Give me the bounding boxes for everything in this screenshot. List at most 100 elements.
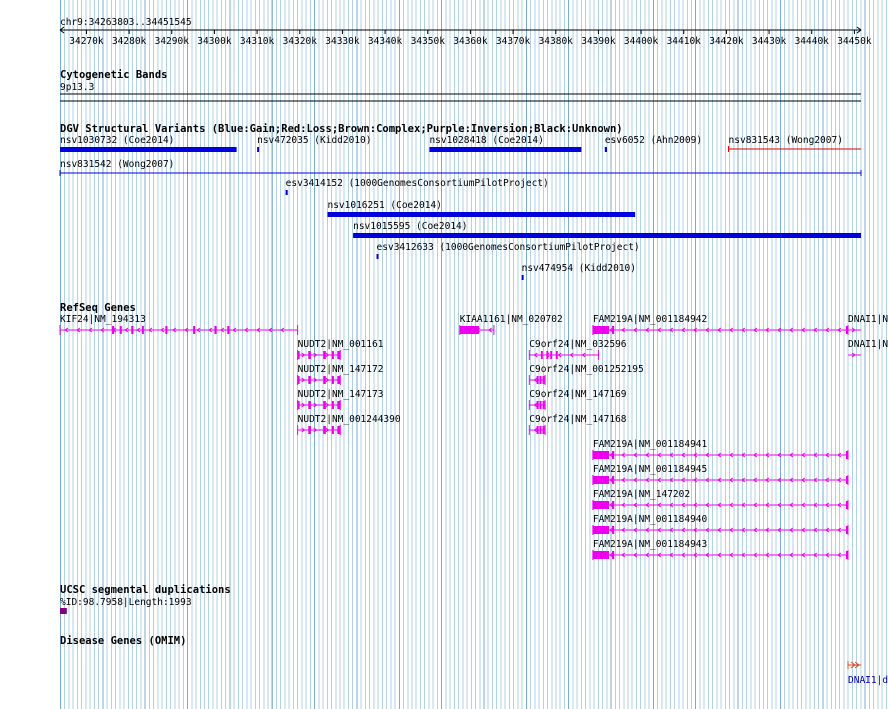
gene-exon [308,426,311,434]
ruler-tick-label: 34360k [453,36,488,47]
ruler-tick-label: 34350k [411,36,446,47]
ruler-position: chr9:34263803..34451545 [60,17,192,28]
gene-exon [592,526,610,534]
omim-track-title: Disease Genes (OMIM) [60,635,186,647]
refseq-gene[interactable]: DNAI1|N [848,339,888,358]
refseq-gene[interactable]: FAM219A|NM_001184942 [592,314,849,335]
gene-exon [542,426,545,434]
gene-exon [297,351,300,359]
genome-browser-image[interactable]: chr9:34263803..34451545 34270k 34280k 3429… [0,0,890,709]
dgv-variant[interactable]: nsv1016251 (Coe2014) [327,200,636,217]
refseq-gene[interactable]: FAM219A|NM_001184940 [592,514,849,535]
refseq-gene[interactable]: C9orf24|NM_147168 [528,414,627,435]
gene-label: C9orf24|NM_147168 [529,414,627,425]
dgv-variant[interactable]: nsv1015595 (Coe2014) [353,221,861,238]
ruler-tick-label: 34430k [752,36,787,47]
refseq-gene[interactable]: KIAA1161|NM_020702 [459,314,563,335]
cytoband-label: 9p13.3 [60,82,94,93]
refseq-gene[interactable]: DNAI1|N [848,314,888,333]
ruler-tick-label: 34290k [155,36,190,47]
segdup-track[interactable]: UCSC segmental duplications %ID:98.7958|… [60,584,231,614]
gene-exon [297,376,300,384]
dgv-variant-bar [285,190,288,195]
gene-exon [308,376,311,384]
gene-exon [165,326,168,334]
cytoband-track[interactable]: Cytogenetic Bands 9p13.3 [60,69,861,102]
refseq-gene[interactable]: C9orf24|NM_001252195 [528,364,644,385]
refseq-gene[interactable]: NUDT2|NM_147173 [297,389,384,410]
gene-exon [308,351,311,359]
ruler-track[interactable]: chr9:34263803..34451545 34270k 34280k 3429… [59,17,872,47]
dgv-variant[interactable]: nsv1028418 (Coe2014) [429,135,582,152]
gene-exon [539,376,542,384]
gene-label: KIF24|NM_194313 [60,314,146,325]
ruler-tick-label: 34420k [709,36,744,47]
refseq-track-title: RefSeq Genes [60,302,136,314]
refseq-gene[interactable]: FAM219A|NM_147202 [592,489,849,510]
refseq-gene[interactable]: FAM219A|NM_001184941 [592,439,849,460]
gene-label: FAM219A|NM_001184941 [593,439,708,450]
gene-exon [323,401,326,409]
ruler-tick-label: 34380k [539,36,574,47]
refseq-gene[interactable]: NUDT2|NM_001244390 [297,414,401,435]
gene-exon [131,326,134,334]
gene-label: C9orf24|NM_147169 [529,389,627,400]
gene-exon [845,326,849,334]
gene-exon [542,376,545,384]
gene-label: NUDT2|NM_147173 [298,389,384,400]
gene-label: FAM219A|NM_147202 [593,489,690,500]
gene-exon [331,376,334,384]
omim-feature[interactable] [847,661,861,669]
gene-exon [612,326,615,334]
gene-exon [214,326,217,334]
dgv-variant[interactable]: esv3412633 (1000GenomesConsortiumPilotPr… [376,242,640,259]
dgv-variant-label: nsv474954 (Kidd2010) [522,263,636,274]
ruler-tick-label: 34370k [496,36,531,47]
refseq-gene[interactable]: FAM219A|NM_001184943 [592,539,849,560]
ruler-tick-label: 34410k [667,36,702,47]
gene-exon [119,326,122,334]
gene-label: DNAI1|N [848,339,888,350]
refseq-gene[interactable]: NUDT2|NM_147172 [297,364,384,385]
gene-exon [536,376,539,384]
ruler-tick-label: 34320k [283,36,318,47]
gene-exon [592,451,610,459]
gene-exon [337,426,341,434]
dgv-variant[interactable]: nsv472035 (Kidd2010) [257,135,371,152]
refseq-gene[interactable]: KIF24|NM_194313 [59,314,299,335]
ruler-tick-label: 34450k [837,36,872,47]
ruler-tick-label: 34310k [240,36,275,47]
refseq-gene[interactable]: FAM219A|NM_001184945 [592,464,849,485]
dgv-variant[interactable]: esv6052 (Ahn2009) [604,135,702,152]
dgv-track[interactable]: DGV Structural Variants (Blue:Gain;Red:L… [59,123,862,280]
gene-exon [612,551,615,559]
gene-label: C9orf24|NM_001252195 [529,364,643,375]
dgv-variant-label: nsv1015595 (Coe2014) [353,221,467,232]
dgv-variant-label: esv3412633 (1000GenomesConsortiumPilotPr… [377,242,640,253]
dgv-variant[interactable]: nsv831543 (Wong2007) [728,135,861,152]
refseq-gene[interactable]: C9orf24|NM_147169 [528,389,627,410]
refseq-gene[interactable]: NUDT2|NM_001161 [297,339,384,360]
gene-exon [193,326,196,334]
gene-exon [612,526,615,534]
gene-exon [337,376,341,384]
dgv-variant-label: esv6052 (Ahn2009) [605,135,702,146]
segdup-feature[interactable] [60,608,67,614]
gene-exon [592,476,610,484]
gene-label: FAM219A|NM_001184943 [593,539,707,550]
gene-exon [550,351,553,359]
gene-label: NUDT2|NM_001244390 [298,414,401,425]
dgv-variant[interactable]: esv3414152 (1000GenomesConsortiumPilotPr… [285,178,549,195]
dgv-variant[interactable]: nsv1030732 (Coe2014) [60,135,237,152]
dgv-variant-bar [327,212,636,217]
segdup-label: %ID:98.7958|Length:1993 [60,597,192,608]
dgv-variant[interactable]: nsv474954 (Kidd2010) [521,263,636,280]
refseq-track[interactable]: RefSeq Genes KIF24|NM_194313 KIAA1161|NM_… [59,302,888,560]
omim-track[interactable]: Disease Genes (OMIM) DNAI1|d [60,635,888,686]
gene-label: FAM219A|NM_001184940 [593,514,708,525]
refseq-gene[interactable]: C9orf24|NM_032596 [528,339,627,360]
ruler-tick-label: 34300k [197,36,232,47]
omim-label: DNAI1|d [848,675,888,686]
dgv-variant-bar [604,147,607,152]
dgv-variant[interactable]: nsv831542 (Wong2007) [59,159,862,176]
